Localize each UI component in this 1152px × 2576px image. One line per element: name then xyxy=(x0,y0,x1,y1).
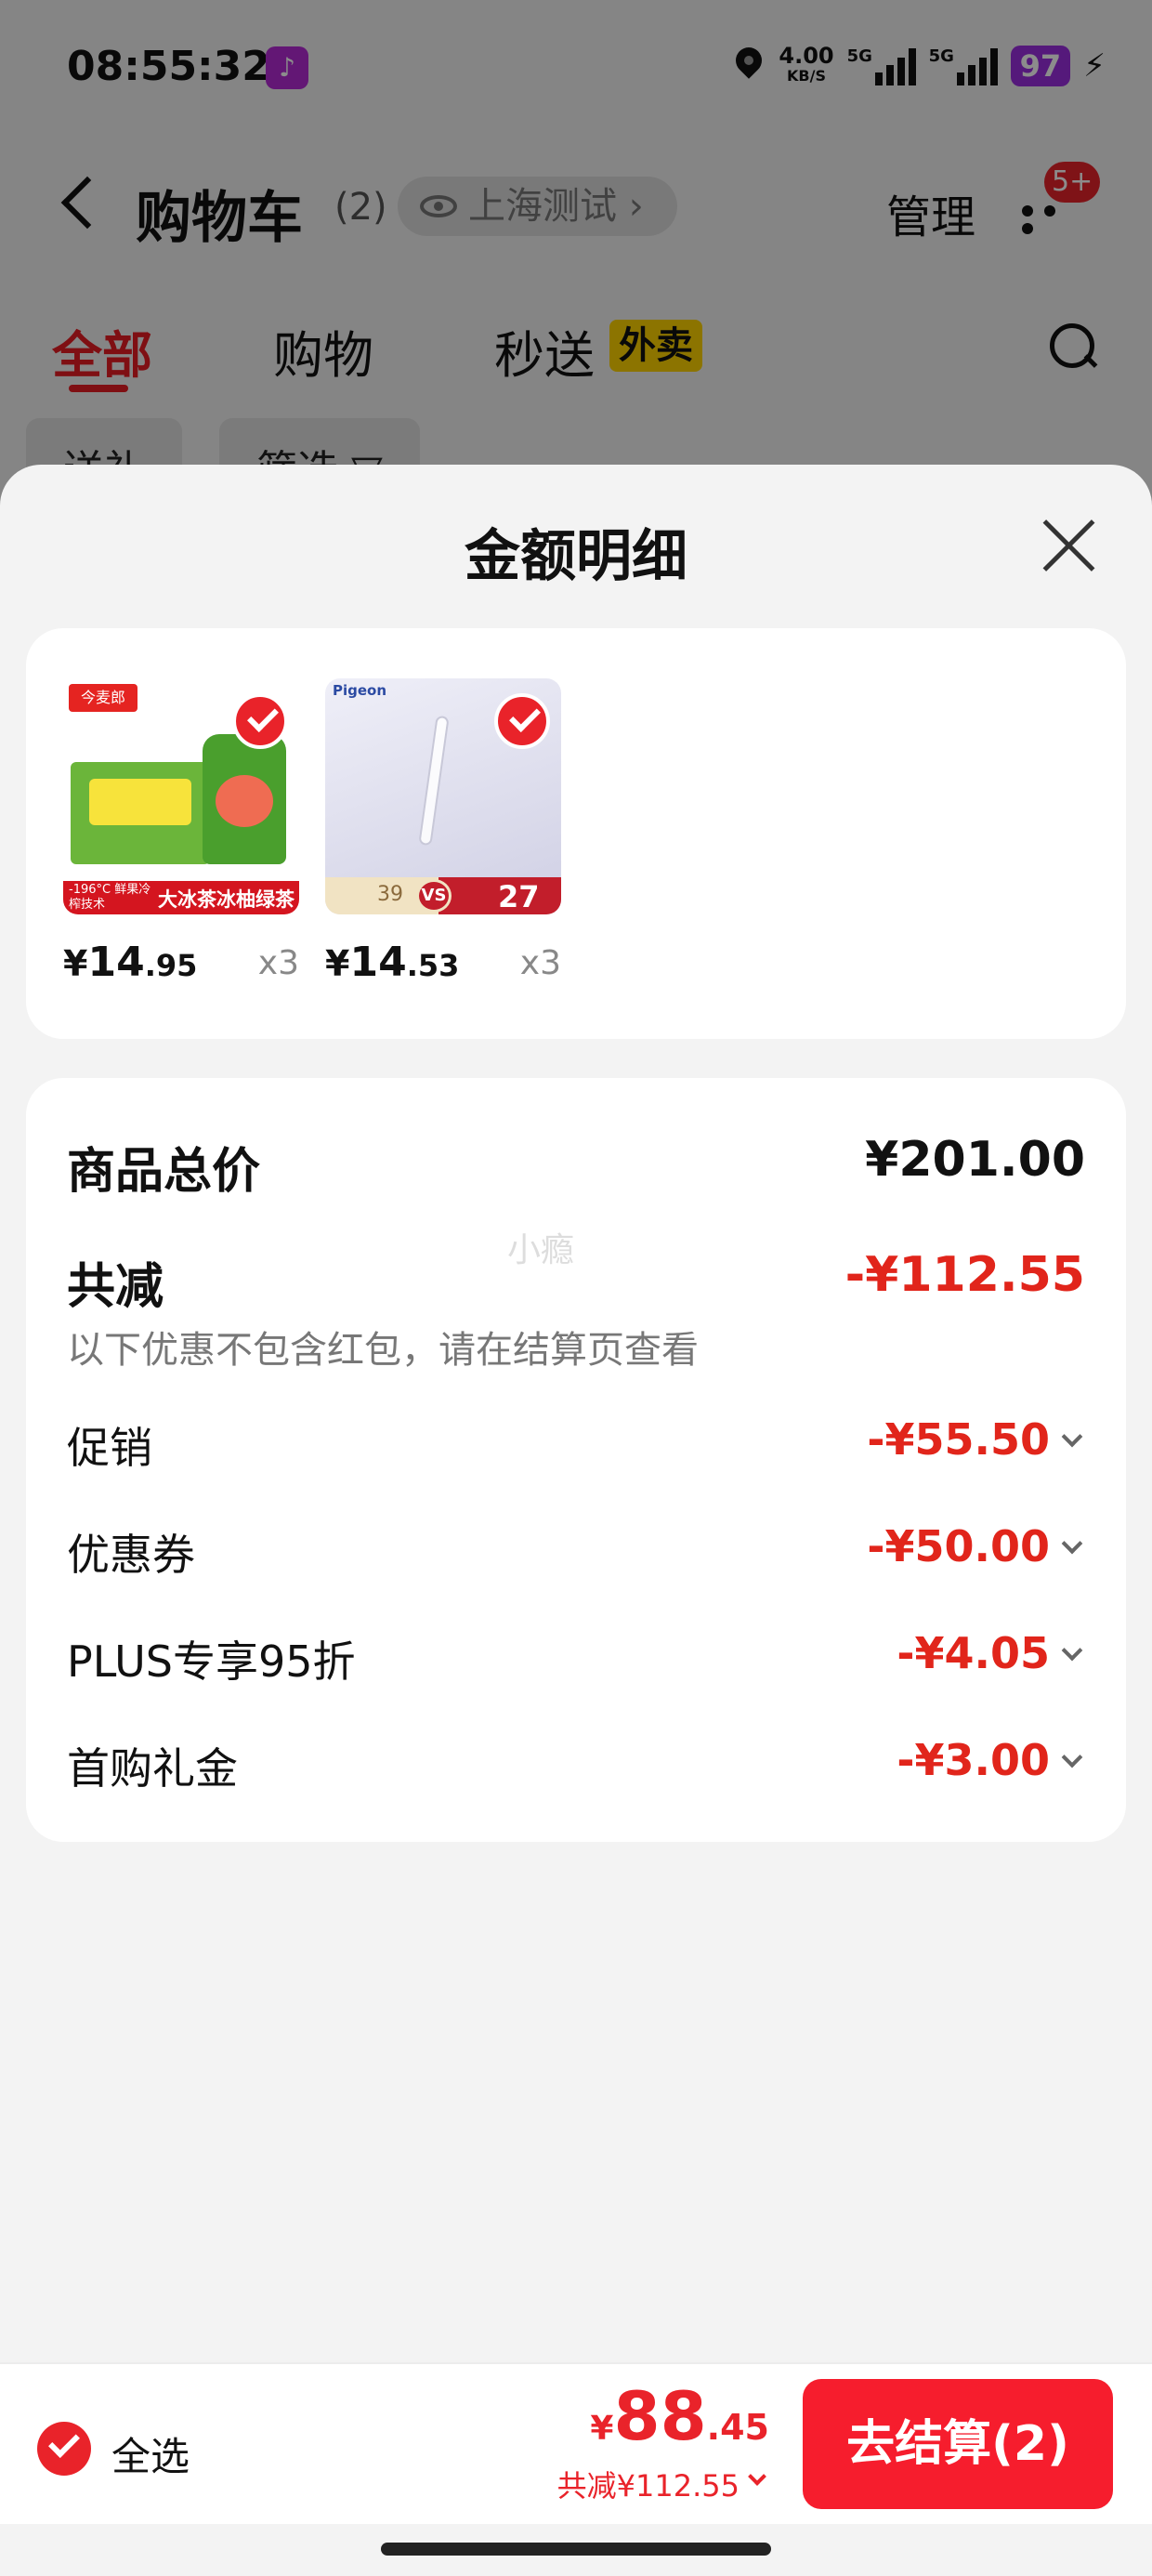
amount-detail-sheet: 金额明细 今麦郎 -196°C 鲜果冷榨技术 大冰茶冰柚绿茶 ¥14.95 x3… xyxy=(0,465,1152,2576)
discount-item-label: 首购礼金 xyxy=(67,1743,238,1794)
compare-low-price: 39 xyxy=(377,883,403,906)
total-price-label: 商品总价 xyxy=(67,1144,261,1200)
discount-item-label: 促销 xyxy=(67,1423,152,1473)
product-item[interactable]: Pigeon 39 VS 27 ¥14.53 x3 xyxy=(325,678,561,989)
chevron-down-icon xyxy=(1061,1426,1083,1448)
checkout-bar: 全选 ¥88.45 共减¥112.55 去结算(2) xyxy=(0,2362,1152,2524)
product-price: ¥14.53 xyxy=(325,939,460,986)
discount-item-value: -¥50.00 xyxy=(867,1521,1050,1571)
watermark: 小瘾 xyxy=(507,1231,575,1269)
compare-high-price: 27 xyxy=(498,879,540,914)
check-icon xyxy=(232,693,288,749)
discount-item-label: PLUS专享95折 xyxy=(67,1636,356,1687)
checkout-saving[interactable]: 共减¥112.55 xyxy=(557,2463,769,2505)
discount-item-value: -¥55.50 xyxy=(867,1414,1050,1465)
product-quantity: x3 xyxy=(519,944,561,982)
discount-item-first-purchase[interactable]: 首购礼金 -¥3.00 xyxy=(67,1735,1085,1794)
discount-total-row: 共减 -¥112.55 以下优惠不包含红包，请在结算页查看 xyxy=(67,1247,1085,1377)
product-price-row: ¥14.95 x3 xyxy=(63,933,299,989)
discount-note: 以下优惠不包含红包，请在结算页查看 xyxy=(67,1329,699,1372)
discount-item-value: -¥3.00 xyxy=(897,1735,1050,1785)
discount-item-plus[interactable]: PLUS专享95折 -¥4.05 xyxy=(67,1628,1085,1688)
price-compare-bar: 39 VS 27 xyxy=(325,877,561,914)
discount-item-value: -¥4.05 xyxy=(897,1628,1050,1678)
product-bottle-graphic xyxy=(203,734,286,864)
products-card: 今麦郎 -196°C 鲜果冷榨技术 大冰茶冰柚绿茶 ¥14.95 x3 Pige… xyxy=(26,628,1126,1039)
chevron-down-icon xyxy=(1061,1532,1083,1555)
product-price: ¥14.95 xyxy=(63,939,198,986)
check-icon xyxy=(494,693,550,749)
discount-total-label: 共减 xyxy=(67,1259,164,1315)
select-all-checkbox[interactable] xyxy=(37,2422,91,2476)
product-box-graphic xyxy=(71,762,210,864)
checkout-total: ¥88.45 xyxy=(590,2377,769,2455)
product-brand: 今麦郎 xyxy=(69,684,137,712)
chevron-down-icon xyxy=(748,2467,766,2486)
home-indicator[interactable] xyxy=(381,2543,771,2556)
total-price-row: 商品总价 ¥201.00 xyxy=(67,1132,1085,1200)
vs-icon: VS xyxy=(416,879,452,913)
product-image: Pigeon 39 VS 27 xyxy=(325,678,561,914)
chevron-down-icon xyxy=(1061,1746,1083,1768)
product-strip-note: -196°C 鲜果冷榨技术 xyxy=(69,883,151,912)
discount-total-value: -¥112.55 xyxy=(844,1247,1085,1303)
product-strip: -196°C 鲜果冷榨技术 大冰茶冰柚绿茶 xyxy=(63,881,299,914)
price-detail-card: 商品总价 ¥201.00 共减 -¥112.55 以下优惠不包含红包，请在结算页… xyxy=(26,1078,1126,1842)
product-item[interactable]: 今麦郎 -196°C 鲜果冷榨技术 大冰茶冰柚绿茶 ¥14.95 x3 xyxy=(63,678,299,989)
discount-item-label: 优惠券 xyxy=(67,1530,195,1580)
product-image: 今麦郎 -196°C 鲜果冷榨技术 大冰茶冰柚绿茶 xyxy=(63,678,299,914)
checkout-button[interactable]: 去结算(2) xyxy=(803,2379,1113,2509)
select-all-label[interactable]: 全选 xyxy=(111,2425,190,2482)
product-price-row: ¥14.53 x3 xyxy=(325,933,561,989)
total-price-value: ¥201.00 xyxy=(865,1132,1085,1188)
discount-item-promotion[interactable]: 促销 -¥55.50 xyxy=(67,1414,1085,1474)
sheet-title: 金额明细 xyxy=(465,524,687,589)
product-quantity: x3 xyxy=(257,944,299,982)
modal-overlay[interactable] xyxy=(0,0,1152,520)
product-brand: Pigeon xyxy=(333,682,387,699)
chevron-down-icon xyxy=(1061,1639,1083,1662)
close-icon[interactable] xyxy=(1039,515,1098,574)
discount-item-coupon[interactable]: 优惠券 -¥50.00 xyxy=(67,1521,1085,1581)
product-name: 大冰茶冰柚绿茶 xyxy=(158,888,295,911)
product-straw-graphic xyxy=(418,715,450,847)
